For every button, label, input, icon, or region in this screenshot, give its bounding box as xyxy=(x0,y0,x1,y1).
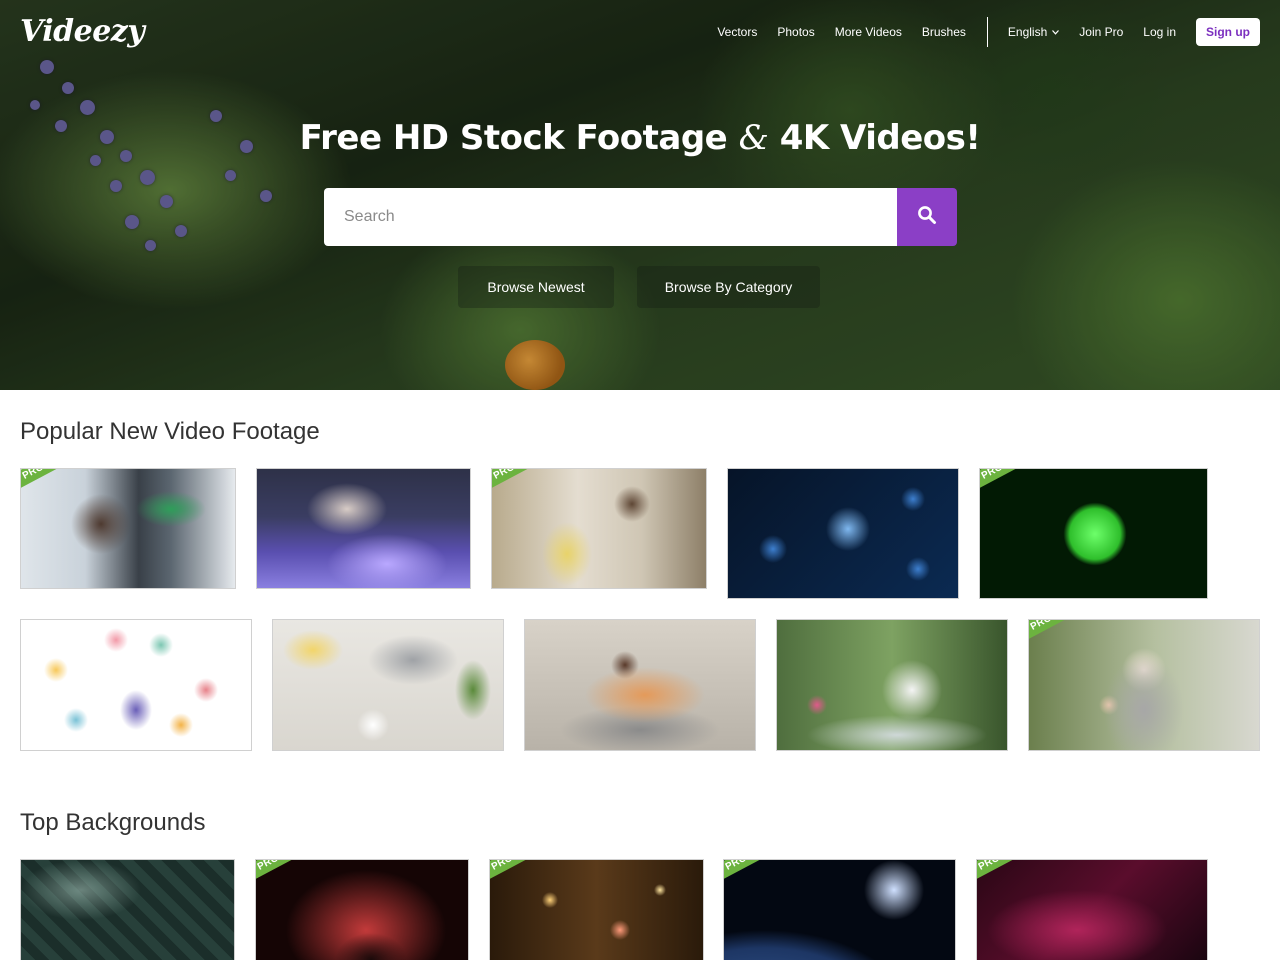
video-thumbnail[interactable] xyxy=(776,619,1008,751)
browse-by-category-button[interactable]: Browse By Category xyxy=(637,266,820,308)
video-thumbnail[interactable]: PRO xyxy=(976,859,1208,960)
hero-title-ampersand: & xyxy=(738,118,769,158)
language-selector[interactable]: English xyxy=(1007,25,1060,39)
nav-more-videos[interactable]: More Videos xyxy=(835,25,902,39)
video-thumbnail[interactable] xyxy=(20,619,252,751)
sign-up-button[interactable]: Sign up xyxy=(1196,18,1260,46)
nav-brushes[interactable]: Brushes xyxy=(922,25,966,39)
nav-log-in[interactable]: Log in xyxy=(1143,25,1176,39)
video-thumbnail[interactable] xyxy=(256,468,471,589)
video-thumbnail[interactable] xyxy=(272,619,504,751)
chevron-down-icon xyxy=(1052,28,1060,37)
video-thumbnail[interactable]: PRO xyxy=(723,859,956,960)
nav-vectors[interactable]: Vectors xyxy=(717,25,757,39)
hero-title: Free HD Stock Footage & 4K Videos! xyxy=(0,118,1280,158)
video-thumbnail[interactable] xyxy=(524,619,756,751)
hero-banner: Videezy Vectors Photos More Videos Brush… xyxy=(0,0,1280,390)
pro-badge: PRO xyxy=(977,860,1044,892)
language-label: English xyxy=(1007,25,1048,39)
video-thumbnail[interactable] xyxy=(20,859,235,960)
videezy-logo[interactable]: Videezy xyxy=(20,14,145,49)
video-thumbnail[interactable]: PRO xyxy=(20,468,236,589)
video-thumbnail[interactable]: PRO xyxy=(979,468,1208,599)
video-thumbnail[interactable]: PRO xyxy=(255,859,469,960)
pro-badge: PRO xyxy=(490,860,557,892)
browse-newest-button[interactable]: Browse Newest xyxy=(458,266,614,308)
nav-join-pro[interactable]: Join Pro xyxy=(1079,25,1123,39)
backgrounds-section-title: Top Backgrounds xyxy=(20,809,206,836)
popular-section-title: Popular New Video Footage xyxy=(20,418,320,445)
search-input[interactable] xyxy=(324,188,897,246)
search-icon xyxy=(917,205,937,230)
search-bar xyxy=(324,188,957,246)
video-thumbnail[interactable]: PRO xyxy=(489,859,704,960)
top-navigation: Vectors Photos More Videos Brushes Engli… xyxy=(697,17,1260,47)
pro-badge: PRO xyxy=(256,860,323,892)
pro-badge: PRO xyxy=(21,469,88,501)
pro-badge: PRO xyxy=(980,469,1047,501)
pro-badge: PRO xyxy=(724,860,791,892)
pro-badge: PRO xyxy=(1029,620,1096,652)
hero-title-end: 4K Videos! xyxy=(779,118,981,158)
nav-divider xyxy=(986,17,988,47)
nav-photos[interactable]: Photos xyxy=(777,25,814,39)
search-button[interactable] xyxy=(897,188,957,246)
video-thumbnail[interactable] xyxy=(727,468,959,599)
pro-badge: PRO xyxy=(492,469,559,501)
video-thumbnail[interactable]: PRO xyxy=(491,468,707,589)
hero-title-main: Free HD Stock Footage xyxy=(299,118,728,158)
video-thumbnail[interactable]: PRO xyxy=(1028,619,1260,751)
